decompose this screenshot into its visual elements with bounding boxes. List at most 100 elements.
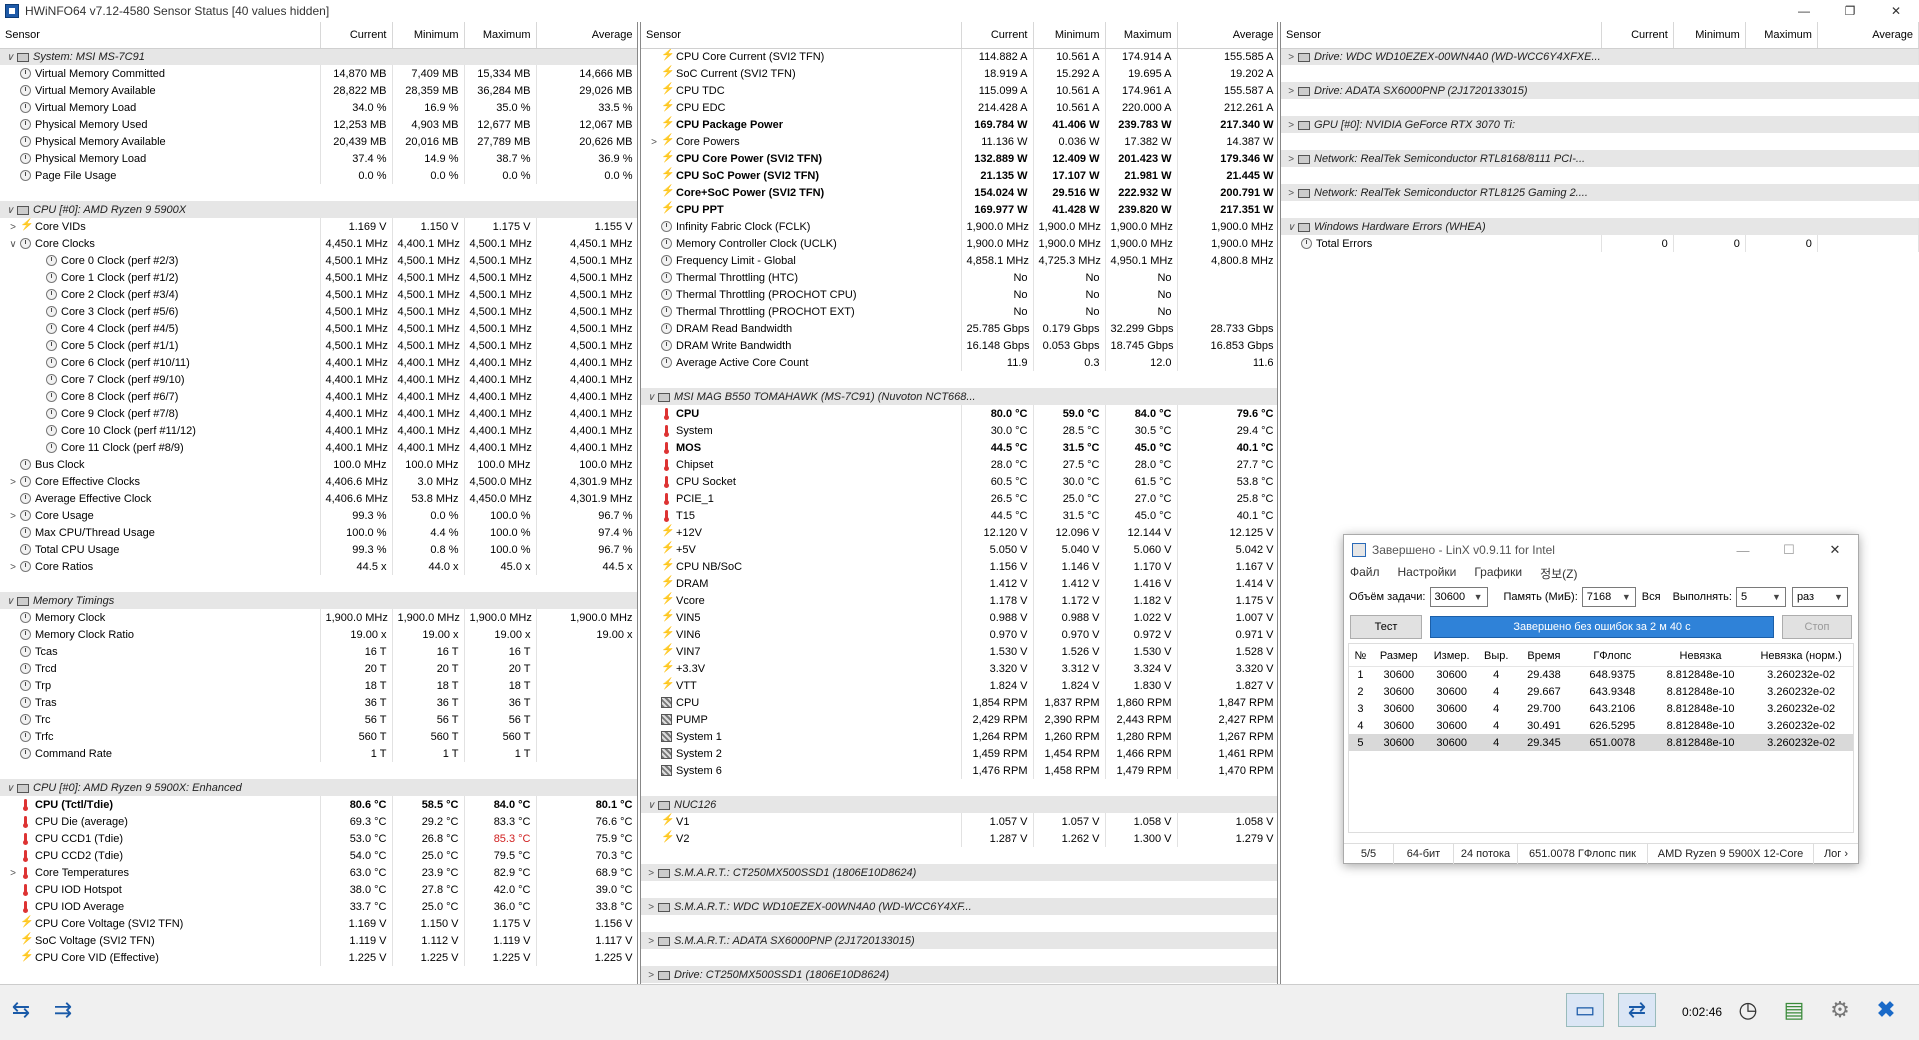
expand-toggle-icon[interactable]: > bbox=[1286, 154, 1296, 165]
menu-file[interactable]: Файл bbox=[1350, 565, 1380, 583]
expand-toggle-icon[interactable]: > bbox=[8, 562, 18, 573]
sensor-row[interactable]: Core 4 Clock (perf #4/5) 4,500.1 MHz 4,500… bbox=[0, 320, 637, 337]
sensor-row[interactable]: > Core Effective Clocks 4,406.6 MHz 3.0 MHz… bbox=[0, 473, 637, 490]
restore-button[interactable]: ❐ bbox=[1827, 0, 1873, 22]
sensor-row[interactable]: CPU Package Power 169.784 W41.406 W239.78… bbox=[641, 116, 1277, 133]
sensor-row[interactable]: V11.057 V1.057 V1.058 V1.058 V bbox=[641, 813, 1277, 830]
sensor-row[interactable]: Thermal Throttling (PROCHOT CPU) No No No bbox=[641, 286, 1277, 303]
results-row[interactable]: 4 30600 30600 4 30.491 626.5295 8.812848e-10 3.… bbox=[1349, 717, 1853, 734]
size-select[interactable]: 30600 ▼ bbox=[1429, 587, 1488, 607]
expand-toggle-icon[interactable]: ∨ bbox=[1286, 222, 1296, 233]
sensor-group-header[interactable]: ∨ NUC126 bbox=[641, 796, 1277, 813]
sensor-row[interactable]: ∨ Core Clocks 4,450.1 MHz 4,400.1 MHz 4,500.… bbox=[0, 235, 637, 252]
sensor-row[interactable]: Vcore 1.178 V1.172 V1.182 V1.175 V bbox=[641, 592, 1277, 609]
results-row[interactable]: 2 30600 30600 4 29.667 643.9348 8.812848e-10 3.… bbox=[1349, 683, 1853, 700]
expand-toggle-icon[interactable]: > bbox=[646, 936, 656, 947]
sensor-row[interactable]: +12V 12.120 V12.096 V12.144 V12.125 V bbox=[641, 524, 1277, 541]
sensor-row[interactable]: Virtual Memory Load 34.0 % 16.9 % 35.0 % 33.… bbox=[0, 99, 637, 116]
sensor-row[interactable]: Thermal Throttling (HTC) No No No bbox=[641, 269, 1277, 286]
expand-toggle-icon[interactable]: ∨ bbox=[5, 596, 15, 607]
sensor-row[interactable]: PUMP 2,429 RPM 2,390 RPM 2,443 RPM 2,427 RPM bbox=[641, 711, 1277, 728]
sensor-row[interactable]: V2 1.287 V1.262 V1.300 V1.279 V bbox=[641, 830, 1277, 847]
sensor-row[interactable]: CPU IOD Average 33.7 °C 25.0 °C 36.0 °C 33.8… bbox=[0, 898, 637, 915]
sensor-row[interactable]: VIN71.530 V1.526 V1.530 V1.528 V bbox=[641, 643, 1277, 660]
sensor-pane-2[interactable]: SensorCurrentMinimumMaximumAverageCPU Co… bbox=[640, 22, 1278, 984]
sensor-row[interactable]: > Core VIDs 1.169 V1.150 V1.175 V1.155 V bbox=[0, 218, 637, 235]
sensor-group-header[interactable]: > Drive: CT250MX500SSD1 (1806E10D8624) bbox=[641, 966, 1277, 983]
column-header-average[interactable]: Average bbox=[1817, 22, 1919, 49]
sensor-row[interactable]: CPU Core VID (Effective)1.225 V1.225 V1.… bbox=[0, 949, 637, 966]
sensor-row[interactable]: Virtual Memory Committed 14,870 MB 7,409 M… bbox=[0, 65, 637, 82]
log-button[interactable]: Лог › bbox=[1814, 844, 1858, 864]
expand-toggle-icon[interactable]: > bbox=[8, 222, 18, 233]
menu-graphs[interactable]: Графики bbox=[1474, 565, 1522, 583]
column-header-maximum[interactable]: Maximum bbox=[1105, 22, 1178, 49]
monitor-icon[interactable]: ▭ bbox=[1566, 993, 1604, 1027]
results-column-header[interactable]: Время bbox=[1514, 646, 1573, 667]
sensor-row[interactable]: CPU NB/SoC 1.156 V1.146 V1.170 V1.167 V bbox=[641, 558, 1277, 575]
sensor-row[interactable]: Infinity Fabric Clock (FCLK) 1,900.0 MHz 1… bbox=[641, 218, 1277, 235]
sensor-group-header[interactable]: ∨ CPU [#0]: AMD Ryzen 9 5900X: Enhanced bbox=[0, 779, 637, 796]
sensor-row[interactable]: SoC Current (SVI2 TFN)18.919 A15.292 A19… bbox=[641, 65, 1277, 82]
sensor-row[interactable]: > Core Usage 99.3 % 0.0 % 100.0 % 96.7 % bbox=[0, 507, 637, 524]
sensor-row[interactable]: +3.3V3.320 V3.312 V3.324 V3.320 V bbox=[641, 660, 1277, 677]
expand-toggle-icon[interactable]: > bbox=[1286, 188, 1296, 199]
sensor-row[interactable]: Page File Usage 0.0 % 0.0 % 0.0 % 0.0 % bbox=[0, 167, 637, 184]
results-column-header[interactable]: Невязка (норм.) bbox=[1749, 646, 1853, 667]
expand-toggle-icon[interactable]: > bbox=[1286, 120, 1296, 131]
sensor-group-header[interactable]: > S.M.A.R.T.: WDC WD10EZEX-00WN4A0 (WD-WC… bbox=[641, 898, 1277, 915]
results-column-header[interactable]: Невязка bbox=[1651, 646, 1750, 667]
sensor-row[interactable]: Memory Clock 1,900.0 MHz 1,900.0 MHz 1,900.… bbox=[0, 609, 637, 626]
network-icon[interactable]: ⇄ bbox=[1618, 993, 1656, 1027]
sensor-row[interactable]: Memory Controller Clock (UCLK) 1,900.0 MH… bbox=[641, 235, 1277, 252]
column-header-average[interactable]: Average bbox=[1177, 22, 1277, 49]
sensor-row[interactable]: Core 3 Clock (perf #5/6) 4,500.1 MHz 4,500… bbox=[0, 303, 637, 320]
sensor-row[interactable]: Tcas 16 T 16 T 16 T bbox=[0, 643, 637, 660]
sensor-row[interactable]: Core 9 Clock (perf #7/8) 4,400.1 MHz 4,400… bbox=[0, 405, 637, 422]
column-header-minimum[interactable]: Minimum bbox=[1673, 22, 1746, 49]
column-header-sensor[interactable]: Sensor bbox=[641, 22, 962, 49]
sensor-row[interactable]: Core 11 Clock (perf #8/9) 4,400.1 MHz 4,40… bbox=[0, 439, 637, 456]
sensor-row[interactable]: Core 8 Clock (perf #6/7) 4,400.1 MHz 4,400… bbox=[0, 388, 637, 405]
runs-select[interactable]: 5 ▼ bbox=[1735, 587, 1786, 607]
sensor-group-header[interactable]: ∨ System: MSI MS-7C91 bbox=[0, 48, 637, 65]
column-header-minimum[interactable]: Minimum bbox=[1033, 22, 1106, 49]
sensor-row[interactable]: Memory Clock Ratio 19.00 x 19.00 x 19.00 x1… bbox=[0, 626, 637, 643]
column-header-current[interactable]: Current bbox=[320, 22, 393, 49]
expand-toggle-icon[interactable]: ∨ bbox=[5, 783, 15, 794]
expand-toggle-icon[interactable]: > bbox=[8, 868, 18, 879]
close-button[interactable]: ✕ bbox=[1873, 0, 1919, 22]
run-unit-select[interactable]: раз ▼ bbox=[1791, 587, 1848, 607]
expand-toggle-icon[interactable]: ∨ bbox=[5, 52, 15, 63]
expand-toggle-icon[interactable]: > bbox=[646, 970, 656, 981]
expand-toggle-icon[interactable]: > bbox=[1286, 86, 1296, 97]
expand-toggle-icon[interactable]: > bbox=[646, 868, 656, 879]
sensor-group-header[interactable]: > S.M.A.R.T.: ADATA SX6000PNP (2J17201330… bbox=[641, 932, 1277, 949]
sensor-row[interactable]: CPU CCD2 (Tdie) 54.0 °C 25.0 °C 79.5 °C 70.3… bbox=[0, 847, 637, 864]
sensor-row[interactable]: MOS 44.5 °C 31.5 °C 45.0 °C 40.1 °C bbox=[641, 439, 1277, 456]
sensor-row[interactable]: System 6 1,476 RPM 1,458 RPM 1,479 RPM 1,470… bbox=[641, 762, 1277, 779]
sensor-row[interactable]: Max CPU/Thread Usage 100.0 % 4.4 % 100.0 % 9… bbox=[0, 524, 637, 541]
sensor-row[interactable]: Physical Memory Used 12,253 MB 4,903 MB 12,… bbox=[0, 116, 637, 133]
expand-toggle-icon[interactable]: > bbox=[8, 477, 18, 488]
sensor-group-header[interactable]: > GPU [#0]: NVIDIA GeForce RTX 3070 Ti: bbox=[1281, 116, 1919, 133]
linx-close-button[interactable]: ✕ bbox=[1812, 535, 1858, 565]
test-button[interactable]: Тест bbox=[1350, 615, 1422, 639]
expand-toggle-icon[interactable]: ∨ bbox=[8, 239, 18, 250]
menu-info[interactable]: 정보(Z) bbox=[1540, 565, 1577, 583]
sensor-row[interactable]: > Core Powers 11.136 W0.036 W17.382 W14.38… bbox=[641, 133, 1277, 150]
sensor-row[interactable]: CPU Socket 60.5 °C 30.0 °C 61.5 °C 53.8 °C bbox=[641, 473, 1277, 490]
linx-maximize-button[interactable]: ☐ bbox=[1766, 535, 1812, 565]
clock-icon[interactable]: ◷ bbox=[1730, 993, 1766, 1027]
sensor-row[interactable]: Thermal Throttling (PROCHOT EXT) No No No bbox=[641, 303, 1277, 320]
sensor-row[interactable]: Total Errors 0 0 0 bbox=[1281, 235, 1919, 252]
results-column-header[interactable]: Размер bbox=[1371, 646, 1426, 667]
sensor-row[interactable]: CPU 1,854 RPM 1,837 RPM 1,860 RPM 1,847 RPM bbox=[641, 694, 1277, 711]
sensor-group-header[interactable]: > Drive: WDC WD10EZEX-00WN4A0 (WD-WCC6Y4X… bbox=[1281, 48, 1919, 65]
sensor-row[interactable]: System 2 1,459 RPM 1,454 RPM 1,466 RPM 1,461… bbox=[641, 745, 1277, 762]
sensor-row[interactable]: Chipset 28.0 °C 27.5 °C 28.0 °C 27.7 °C bbox=[641, 456, 1277, 473]
column-header-sensor[interactable]: Sensor bbox=[0, 22, 321, 49]
nav-back-icon[interactable]: ⇆ bbox=[4, 993, 38, 1027]
sensor-row[interactable]: CPU PPT 169.977 W41.428 W239.820 W217.351… bbox=[641, 201, 1277, 218]
results-row[interactable]: 3 30600 30600 4 29.700 643.2106 8.812848e-10 3.… bbox=[1349, 700, 1853, 717]
